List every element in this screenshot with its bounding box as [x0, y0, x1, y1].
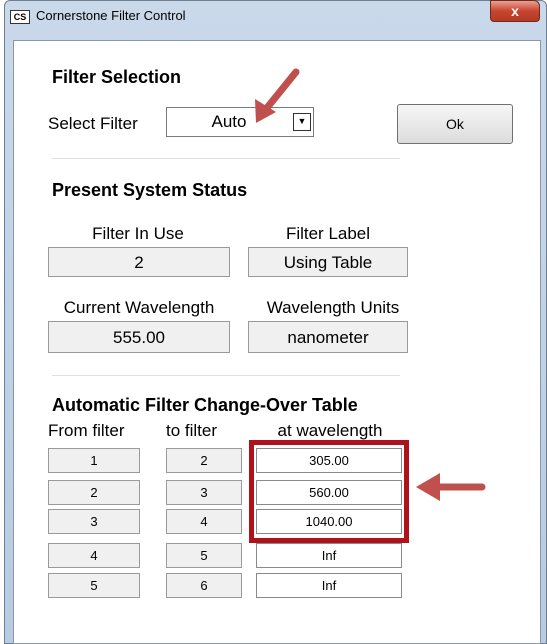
annotation-layer	[255, 68, 486, 501]
arrow-icon	[255, 68, 300, 123]
arrow-icon	[416, 473, 486, 501]
